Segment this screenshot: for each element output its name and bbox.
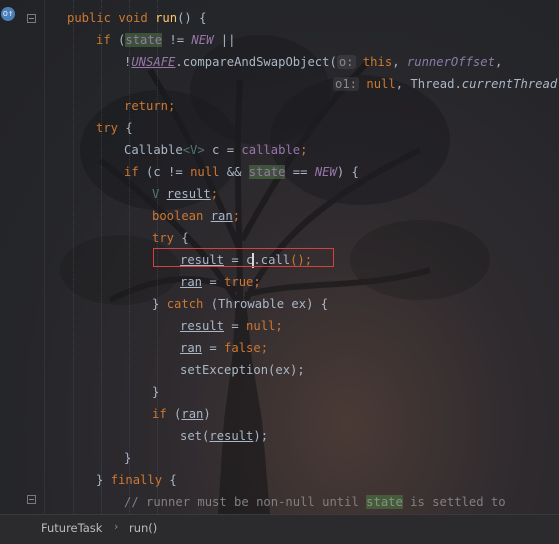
breadcrumb-method[interactable]: run() (129, 521, 157, 535)
fold-finally-icon[interactable] (27, 495, 36, 504)
code-line-8: if (c != null && state == NEW) { (124, 165, 359, 179)
chevron-right-icon: › (114, 520, 119, 533)
code-line-19: if (ran) (152, 407, 211, 421)
code-line-21: } (124, 451, 132, 465)
indent-guide (129, 0, 130, 514)
code-line-13: ran = true; (180, 275, 261, 289)
code-line-23: // runner must be non-null until state i… (124, 495, 506, 509)
code-line-6: try { (96, 121, 133, 135)
code-line-5: return; (124, 99, 176, 113)
param-hint-o: o: (336, 55, 356, 69)
code-line-2: if (state != NEW || (96, 33, 236, 47)
code-line-3: !UNSAFE.compareAndSwapObject(o: this, ru… (124, 55, 503, 69)
highlight-box (153, 248, 334, 267)
indent-guide (73, 0, 74, 514)
code-line-22: } finally { (96, 473, 177, 487)
breadcrumb-class[interactable]: FutureTask (41, 521, 102, 535)
breadcrumb: FutureTask › run() (0, 514, 559, 544)
code-line-4: o1: null, Thread.currentThread() (333, 77, 559, 91)
fold-method-icon[interactable] (27, 14, 36, 23)
code-line-17: setException(ex); (180, 363, 305, 377)
code-line-11: try { (152, 231, 189, 245)
param-hint-o1: o1: (333, 77, 360, 91)
code-line-15: result = null; (180, 319, 283, 333)
code-line-7: Callable<V> c = callable; (124, 143, 308, 157)
code-line-14: } catch (Throwable ex) { (152, 297, 329, 311)
code-line-9: V result; (152, 187, 219, 201)
code-line-10: boolean ran; (152, 209, 241, 223)
code-line-1: public void run() { (67, 11, 207, 25)
indent-guide (101, 0, 102, 514)
code-line-20: set(result); (180, 429, 269, 443)
implements-method-icon[interactable]: o↑ (1, 7, 15, 21)
code-line-16: ran = false; (180, 341, 269, 355)
editor-gutter: o↑ (0, 0, 45, 514)
code-line-18: } (152, 385, 160, 399)
